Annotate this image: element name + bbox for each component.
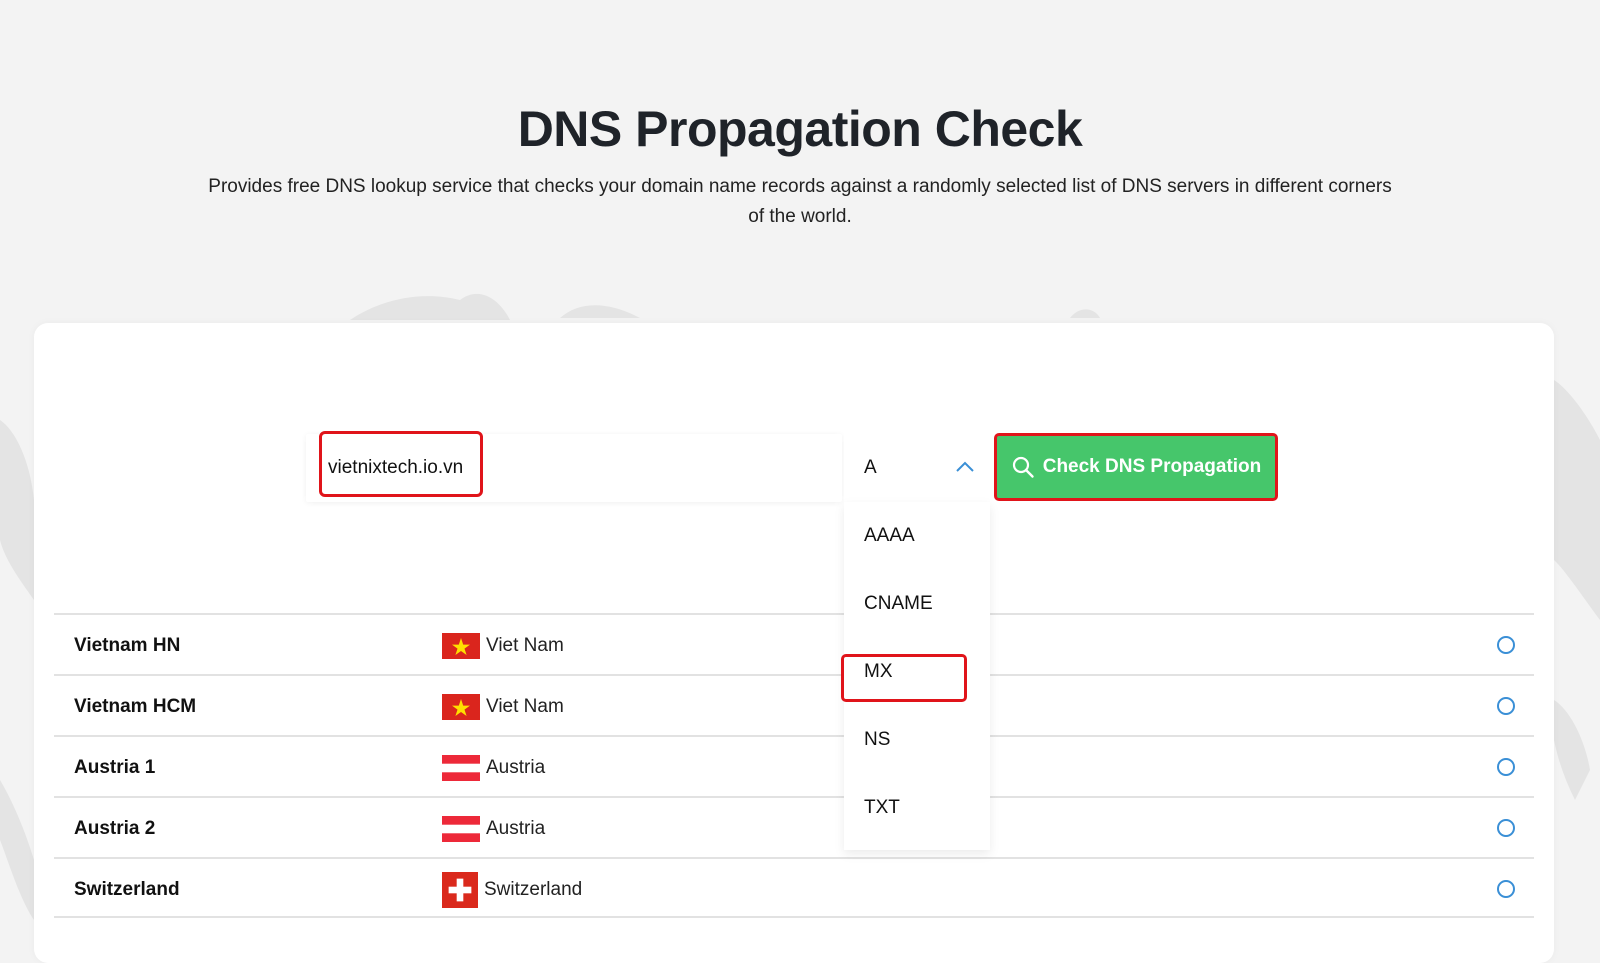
status-pending-icon — [1497, 697, 1515, 715]
country-name: Austria — [486, 756, 546, 778]
table-row: Vietnam HN Viet Nam — [54, 613, 1534, 674]
page-subtitle: Provides free DNS lookup service that ch… — [208, 176, 1392, 227]
switzerland-flag-icon — [442, 871, 478, 908]
check-dns-propagation-button[interactable]: Check DNS Propagation — [994, 433, 1278, 501]
server-name: Vietnam HCM — [74, 696, 197, 717]
country-name: Austria — [486, 817, 546, 839]
table-row: Switzerland Switzerland — [54, 857, 1534, 918]
dropdown-option-ns[interactable]: NS — [844, 706, 990, 774]
server-name: Vietnam HN — [74, 635, 181, 656]
record-type-selected-value: A — [864, 457, 877, 478]
server-country: Austria — [442, 737, 545, 798]
status-pending-icon — [1497, 758, 1515, 776]
server-country: Viet Nam — [442, 676, 564, 737]
status-pending-icon — [1497, 880, 1515, 898]
check-button-label: Check DNS Propagation — [1042, 456, 1262, 477]
vietnam-flag-icon — [442, 632, 480, 659]
search-row: A Check DNS Propagation — [306, 431, 1286, 502]
server-country: Austria — [442, 798, 545, 859]
dropdown-option-mx[interactable]: MX — [844, 638, 990, 706]
status-pending-icon — [1497, 636, 1515, 654]
server-name: Austria 1 — [74, 757, 156, 778]
record-type-dropdown: AAAA CNAME MX NS TXT — [841, 502, 990, 850]
status-pending-icon — [1497, 819, 1515, 837]
country-name: Switzerland — [484, 878, 583, 900]
austria-flag-icon — [442, 815, 480, 842]
dropdown-option-cname[interactable]: CNAME — [844, 570, 990, 638]
country-name: Viet Nam — [486, 695, 564, 717]
server-country: Switzerland — [442, 859, 582, 920]
record-type-select[interactable]: A — [844, 434, 990, 502]
page-title: DNS Propagation Check — [517, 101, 1083, 157]
server-country: Viet Nam — [442, 615, 564, 676]
results-table: Vietnam HN Viet Nam Vietnam HCM Viet Nam… — [54, 613, 1534, 918]
table-row: Vietnam HCM Viet Nam — [54, 674, 1534, 735]
dropdown-option-aaaa[interactable]: AAAA — [844, 502, 990, 570]
table-row: Austria 2 Austria — [54, 796, 1534, 857]
table-row: Austria 1 Austria — [54, 735, 1534, 796]
dropdown-option-txt[interactable]: TXT — [844, 774, 990, 842]
domain-input[interactable] — [314, 434, 834, 502]
chevron-up-icon — [956, 461, 974, 472]
country-name: Viet Nam — [486, 634, 564, 656]
server-name: Switzerland — [74, 879, 180, 900]
search-icon — [1012, 456, 1034, 478]
austria-flag-icon — [442, 754, 480, 781]
server-name: Austria 2 — [74, 818, 156, 839]
domain-field-wrapper — [306, 431, 842, 502]
vietnam-flag-icon — [442, 693, 480, 720]
